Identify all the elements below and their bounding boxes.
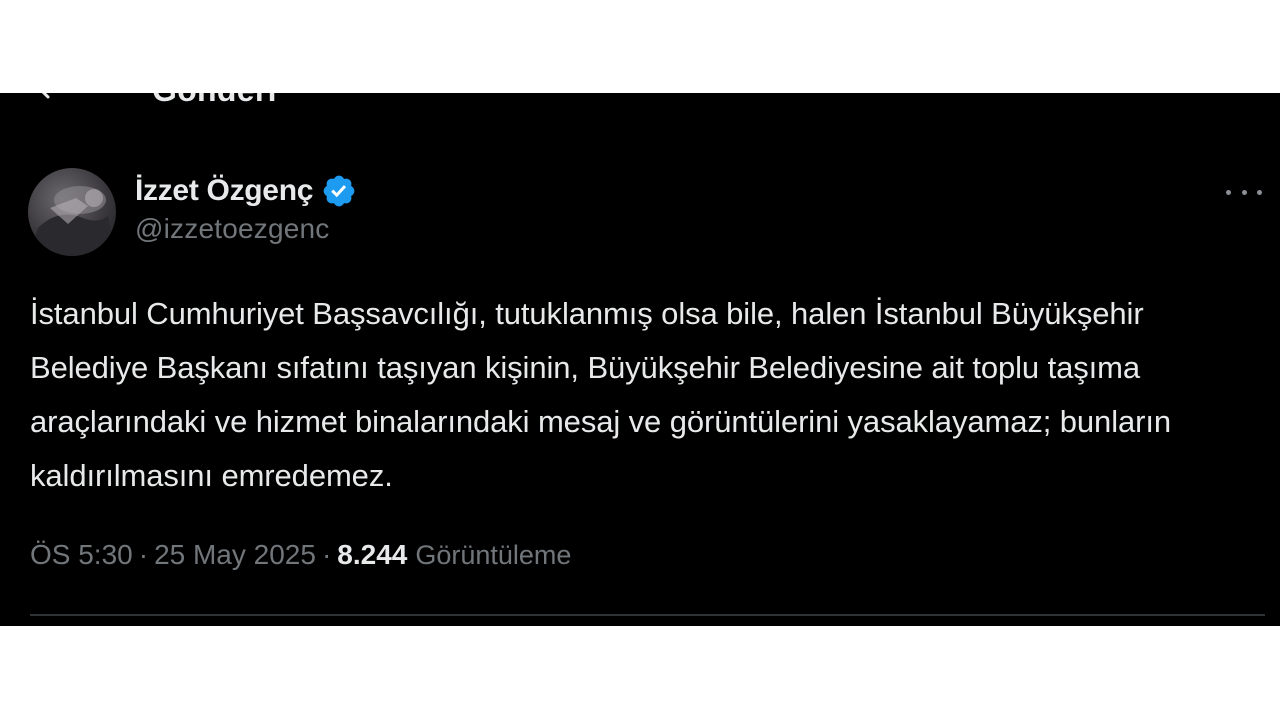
tweet-text: İstanbul Cumhuriyet Başsavcılığı, tutukl… xyxy=(30,296,1172,493)
page-title: Gönderi xyxy=(152,93,277,107)
arrow-left-icon[interactable] xyxy=(36,93,56,99)
more-horizontal-icon[interactable] xyxy=(1226,181,1262,203)
views-count: 8.244 xyxy=(337,539,408,570)
more-dot xyxy=(1257,189,1262,195)
avatar[interactable] xyxy=(28,168,116,256)
verified-badge-icon[interactable] xyxy=(321,173,357,209)
tweet-date[interactable]: 25 May 2025 xyxy=(154,539,316,571)
handle[interactable]: @izzetoezgenc xyxy=(135,213,357,245)
tweet-screenshot: Gönderi İzzet Özgenç @izzetoezgenc İstan… xyxy=(0,93,1280,626)
top-bar: Gönderi xyxy=(0,93,1280,107)
divider xyxy=(30,614,1265,616)
more-dot xyxy=(1226,189,1231,195)
display-name[interactable]: İzzet Özgenç xyxy=(135,174,313,208)
tweet-meta: ÖS 5:30 · 25 May 2025 · 8.244 Görüntülem… xyxy=(30,539,571,571)
meta-separator: · xyxy=(138,539,149,570)
views-label: Görüntüleme xyxy=(415,540,572,570)
meta-separator: · xyxy=(321,539,332,570)
tweet-time[interactable]: ÖS 5:30 xyxy=(30,539,133,571)
author-block: İzzet Özgenç @izzetoezgenc xyxy=(135,171,357,245)
name-row: İzzet Özgenç xyxy=(135,171,357,211)
more-dot xyxy=(1241,189,1247,195)
